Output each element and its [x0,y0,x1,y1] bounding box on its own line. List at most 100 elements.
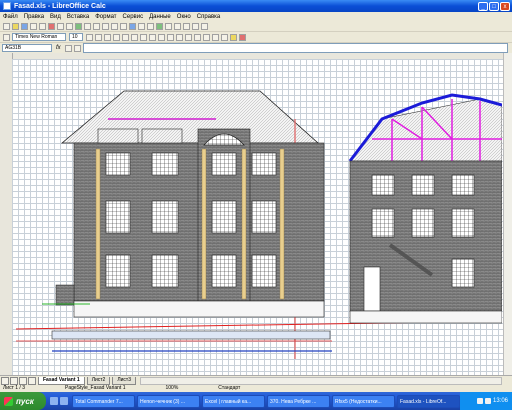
italic-icon[interactable] [95,33,102,41]
task-button-active[interactable]: Fasad.xls - LibreOf... [397,394,460,408]
align-left-icon[interactable] [113,33,120,41]
task-button[interactable]: Rfsx5 (Недостатки... [332,394,395,408]
browser-icon[interactable] [60,397,68,405]
zoom-icon[interactable] [192,22,199,30]
facade-drawing[interactable] [12,59,502,375]
bold-icon[interactable] [86,33,93,41]
dormer-left [97,128,139,144]
title-bar: Fasad.xls - LibreOffice Calc _ □ x [0,0,512,12]
task-button[interactable]: Непол-чечник (3) ... [137,394,200,408]
status-zoom[interactable]: 100% [166,385,179,391]
vertical-scrollbar[interactable] [503,53,512,375]
underline-icon[interactable] [104,33,111,41]
status-mode: Стандарт [218,385,241,391]
cut-icon[interactable] [84,22,91,30]
ground-section [51,330,331,340]
formula-input[interactable] [82,43,508,53]
quick-launch [50,397,68,405]
maximize-button[interactable]: □ [489,1,499,11]
windows-logo-icon [4,396,13,406]
window-title: Fasad.xls - LibreOffice Calc [14,2,106,10]
chart-icon[interactable] [156,22,163,30]
start-button[interactable]: пуск [0,392,46,410]
styles-icon[interactable] [3,33,10,41]
foundation [73,300,325,318]
task-button[interactable]: 370. Нева Ребрке ... [267,394,330,408]
borders-icon[interactable] [221,33,228,41]
number-format-icon[interactable] [176,33,183,41]
pilaster [241,148,247,300]
standard-toolbar [0,21,512,32]
undo-icon[interactable] [111,22,118,30]
volume-icon[interactable] [484,398,491,404]
status-bar: Лист 1 / 3 PageStyle_Fasad Variant 1 100… [0,384,512,392]
print-preview-icon[interactable] [66,22,73,30]
function-wizard-icon[interactable]: fx [56,45,61,51]
new-document-icon[interactable] [3,22,10,30]
sort-ascending-icon[interactable] [138,22,145,30]
find-icon[interactable] [174,22,181,30]
copy-icon[interactable] [93,22,100,30]
status-page-style: PageStyle_Fasad Variant 1 [64,385,126,391]
currency-format-icon[interactable] [158,33,165,41]
task-buttons: Total Commander 7... Непол-чечник (3) ..… [72,394,460,408]
menu-insert[interactable]: Вставка [67,14,89,20]
sort-descending-icon[interactable] [147,22,154,30]
formatting-toolbar: Times New Roman 10 [0,32,512,43]
align-center-icon[interactable] [122,33,129,41]
menu-edit[interactable]: Правка [24,14,44,20]
side-porch [55,284,75,306]
navigator-icon[interactable] [183,22,190,30]
pilaster [95,148,101,300]
menu-view[interactable]: Вид [50,14,61,20]
print-icon[interactable] [57,22,64,30]
system-tray: 13:06 [460,392,512,410]
right-foundation [349,310,502,324]
menu-file[interactable]: Файл [3,14,18,20]
redo-icon[interactable] [120,22,127,30]
background-color-icon[interactable] [230,33,237,41]
help-icon[interactable] [201,22,208,30]
right-entrance-door [363,266,381,312]
windows-taskbar: пуск Total Commander 7... Непол-чечник (… [0,392,512,410]
app-icon [3,2,11,10]
hyperlink-icon[interactable] [129,22,136,30]
spellcheck-icon[interactable] [75,22,82,30]
task-button[interactable]: Total Commander 7... [72,394,135,408]
open-folder-icon[interactable] [12,22,19,30]
network-icon[interactable] [476,398,483,404]
clock[interactable]: 13:06 [493,398,508,404]
export-pdf-icon[interactable] [48,22,55,30]
decrease-indent-icon[interactable] [203,33,210,41]
dormer-center [141,128,183,144]
spreadsheet-grid[interactable] [0,53,512,375]
add-decimal-icon[interactable] [185,33,192,41]
justify-icon[interactable] [140,33,147,41]
menu-window[interactable]: Окно [177,14,191,20]
minimize-button[interactable]: _ [478,1,488,11]
font-color-icon[interactable] [239,33,246,41]
merge-cells-icon[interactable] [149,33,156,41]
desktop-icon[interactable] [50,397,58,405]
menu-format[interactable]: Формат [95,14,116,20]
font-name-select[interactable]: Times New Roman [12,33,66,41]
menu-data[interactable]: Данные [149,14,171,20]
function-icon[interactable] [73,44,81,52]
paste-icon[interactable] [102,22,109,30]
save-icon[interactable] [21,22,28,30]
menu-tools[interactable]: Сервис [123,14,144,20]
increase-indent-icon[interactable] [212,33,219,41]
name-box[interactable]: AG31B [2,44,52,52]
align-right-icon[interactable] [131,33,138,41]
start-label: пуск [16,396,34,406]
task-button[interactable]: Excel | главный ка... [202,394,265,408]
draw-functions-icon[interactable] [165,22,172,30]
email-icon[interactable] [30,22,37,30]
sum-icon[interactable] [64,44,72,52]
remove-decimal-icon[interactable] [194,33,201,41]
close-button[interactable]: x [500,1,510,11]
percent-format-icon[interactable] [167,33,174,41]
font-size-select[interactable]: 10 [69,33,83,41]
edit-file-icon[interactable] [39,22,46,30]
menu-help[interactable]: Справка [197,14,221,20]
